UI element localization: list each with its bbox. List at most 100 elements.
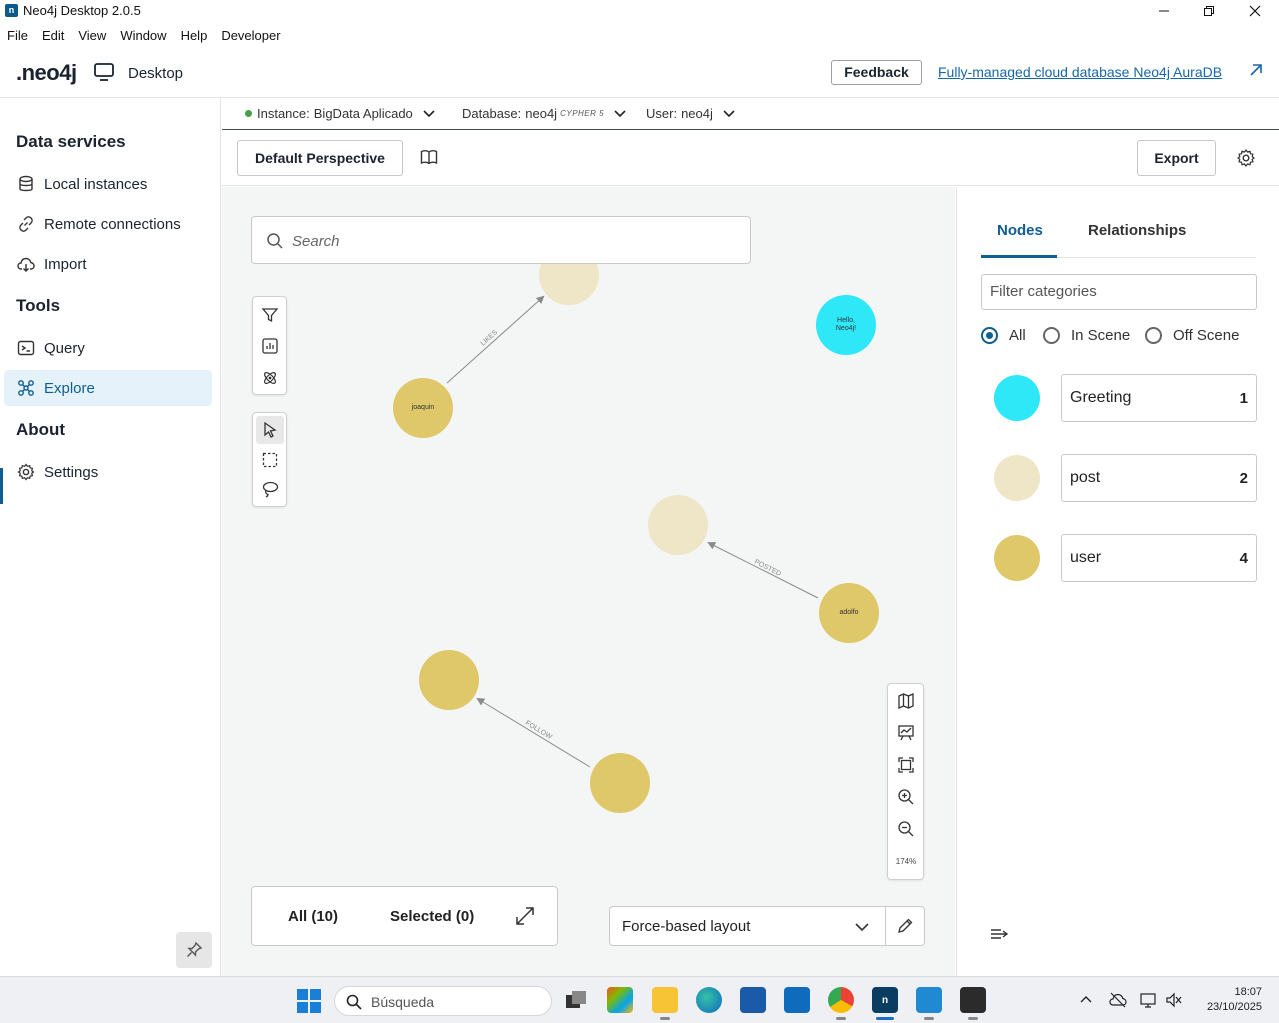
pencil-icon[interactable] bbox=[896, 917, 914, 935]
system-clock[interactable]: 18:07 23/10/2025 bbox=[1207, 985, 1262, 1015]
file-explorer-icon[interactable] bbox=[652, 987, 678, 1013]
filter-button[interactable] bbox=[256, 301, 284, 329]
collapse-panel-icon[interactable] bbox=[989, 926, 1009, 942]
settings-gear-icon[interactable] bbox=[1236, 148, 1256, 168]
graph-canvas[interactable]: LIKES POSTED FOLLOW Hello, Neo4j! joaqui… bbox=[222, 187, 955, 976]
category-color-post[interactable] bbox=[994, 455, 1040, 501]
relationship-label: POSTED bbox=[753, 559, 782, 578]
category-color-greeting[interactable] bbox=[994, 375, 1040, 421]
microsoft-store-icon[interactable] bbox=[740, 987, 766, 1013]
graph-node-user[interactable]: adolfo bbox=[819, 583, 879, 643]
user-label: User: bbox=[646, 106, 678, 121]
search-input[interactable] bbox=[292, 229, 732, 253]
perspective-button[interactable]: Default Perspective bbox=[237, 140, 403, 176]
radio-off-scene[interactable]: Off Scene bbox=[1145, 327, 1239, 344]
taskbar-search[interactable]: Búsqueda bbox=[334, 986, 552, 1016]
instance-selector[interactable]: Instance: BigData Aplicado bbox=[245, 106, 436, 121]
database-value: neo4j bbox=[525, 106, 558, 121]
export-button[interactable]: Export bbox=[1137, 140, 1216, 176]
explore-toolbar: Default Perspective Export bbox=[222, 131, 1279, 186]
sidebar-item-explore[interactable]: Explore bbox=[4, 370, 212, 406]
feedback-button[interactable]: Feedback bbox=[831, 60, 922, 85]
vscode-icon[interactable] bbox=[916, 987, 942, 1013]
outlook-icon[interactable] bbox=[784, 987, 810, 1013]
selected-nodes-button[interactable]: Selected (0) bbox=[390, 908, 474, 925]
menu-file[interactable]: File bbox=[0, 24, 35, 46]
graph-data-science-button[interactable] bbox=[256, 364, 284, 392]
status-dot bbox=[245, 110, 252, 117]
filter-categories-input[interactable] bbox=[990, 283, 1245, 300]
tab-relationships[interactable]: Relationships bbox=[1088, 222, 1186, 239]
presentation-button[interactable] bbox=[892, 719, 920, 747]
expand-icon[interactable] bbox=[514, 905, 536, 927]
database-selector[interactable]: Database: neo4j CYPHER 5 bbox=[462, 106, 627, 121]
book-icon[interactable] bbox=[420, 149, 438, 165]
map-view-button[interactable] bbox=[892, 687, 920, 715]
sidebar-item-import[interactable]: Import bbox=[4, 246, 212, 282]
close-button[interactable] bbox=[1232, 0, 1278, 22]
menu-developer[interactable]: Developer bbox=[214, 24, 287, 46]
neo4j-taskbar-icon[interactable]: n bbox=[872, 987, 898, 1013]
map-icon bbox=[898, 692, 914, 710]
category-post[interactable]: post 2 bbox=[1061, 454, 1257, 502]
task-view-icon[interactable] bbox=[563, 987, 589, 1013]
user-value: neo4j bbox=[681, 106, 713, 121]
restore-button[interactable] bbox=[1186, 0, 1232, 22]
search-icon bbox=[267, 233, 283, 249]
widgets-icon[interactable] bbox=[607, 987, 633, 1013]
restore-icon bbox=[1204, 6, 1214, 16]
category-greeting[interactable]: Greeting 1 bbox=[1061, 374, 1257, 422]
close-icon bbox=[1249, 5, 1261, 17]
graph-node-post[interactable] bbox=[648, 495, 708, 555]
lasso-select-button[interactable] bbox=[256, 475, 284, 503]
graph-node-user[interactable] bbox=[419, 650, 479, 710]
menu-view[interactable]: View bbox=[71, 24, 113, 46]
auradb-link[interactable]: Fully-managed cloud database Neo4j AuraD… bbox=[938, 64, 1222, 80]
chevron-up-icon[interactable] bbox=[1079, 992, 1093, 1006]
fit-to-screen-button[interactable] bbox=[892, 751, 920, 779]
minimize-button[interactable] bbox=[1141, 0, 1187, 22]
menu-help[interactable]: Help bbox=[174, 24, 215, 46]
category-color-user[interactable] bbox=[994, 535, 1040, 581]
zoom-out-button[interactable] bbox=[892, 815, 920, 843]
edge-browser-icon[interactable] bbox=[696, 987, 722, 1013]
chart-button[interactable] bbox=[256, 332, 284, 360]
windows-start-icon[interactable] bbox=[297, 989, 321, 1013]
sidebar-item-query[interactable]: Query bbox=[4, 330, 212, 366]
layout-selector[interactable]: Force-based layout bbox=[609, 906, 925, 946]
chevron-down-icon bbox=[614, 109, 626, 117]
search-bar[interactable] bbox=[251, 216, 751, 264]
chrome-icon[interactable] bbox=[828, 987, 854, 1013]
menu-edit[interactable]: Edit bbox=[35, 24, 71, 46]
sidebar-item-settings[interactable]: Settings bbox=[4, 454, 212, 490]
legend-panel: Nodes Relationships All In Scene Off Sce… bbox=[956, 187, 1279, 976]
tab-nodes[interactable]: Nodes bbox=[997, 222, 1043, 239]
external-link-icon[interactable] bbox=[1248, 62, 1264, 78]
radio-in-scene[interactable]: In Scene bbox=[1043, 327, 1130, 344]
user-selector[interactable]: User: neo4j bbox=[646, 106, 736, 121]
category-user[interactable]: user 4 bbox=[1061, 534, 1257, 582]
chevron-down-icon bbox=[723, 109, 735, 117]
menu-window[interactable]: Window bbox=[113, 24, 173, 46]
graph-node-user[interactable] bbox=[590, 753, 650, 813]
network-icon[interactable] bbox=[1140, 992, 1158, 1008]
all-nodes-button[interactable]: All (10) bbox=[288, 908, 338, 925]
sidebar-item-remote-connections[interactable]: Remote connections bbox=[4, 206, 212, 242]
terminal-taskbar-icon[interactable] bbox=[960, 987, 986, 1013]
radio-circle bbox=[1145, 327, 1162, 344]
active-app-indicator bbox=[876, 1017, 894, 1020]
graph-node-user[interactable]: joaquin bbox=[393, 378, 453, 438]
cloud-off-icon[interactable] bbox=[1109, 992, 1127, 1008]
volume-muted-icon[interactable] bbox=[1165, 992, 1183, 1008]
zoom-in-button[interactable] bbox=[892, 783, 920, 811]
pin-sidebar-button[interactable] bbox=[176, 932, 212, 968]
gear-icon bbox=[16, 462, 36, 482]
pointer-select-button[interactable] bbox=[256, 416, 284, 444]
sidebar-item-local-instances[interactable]: Local instances bbox=[4, 166, 212, 202]
radio-all[interactable]: All bbox=[981, 327, 1026, 344]
box-select-button[interactable] bbox=[256, 446, 284, 474]
graph-node-greeting[interactable]: Hello, Neo4j! bbox=[816, 295, 876, 355]
radio-label: In Scene bbox=[1071, 327, 1131, 344]
filter-categories-field[interactable] bbox=[981, 274, 1257, 310]
sidebar-item-label: Settings bbox=[44, 463, 99, 481]
